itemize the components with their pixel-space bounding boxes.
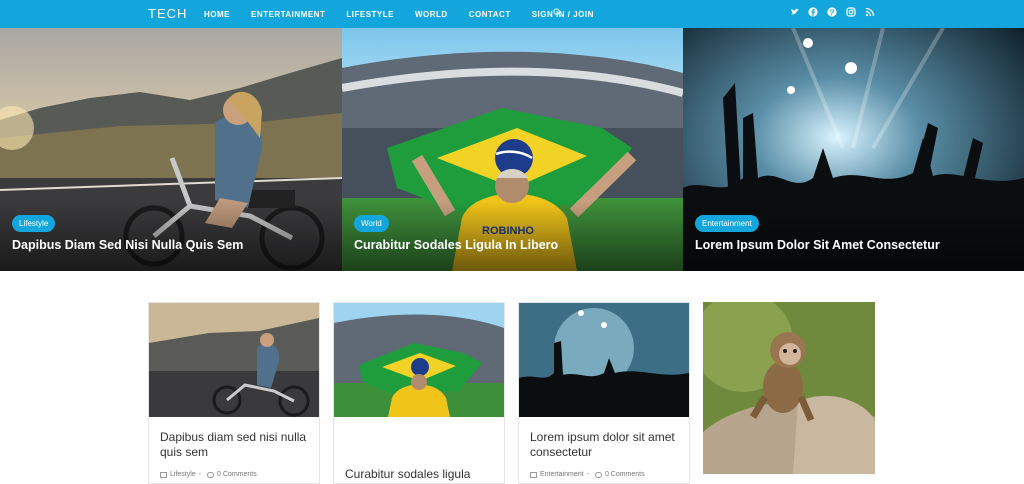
folder-icon <box>530 471 537 478</box>
post-meta: Entertainment - 0 Comments <box>530 471 645 478</box>
featured-title[interactable]: Lorem Ipsum Dolor Sit Amet Consectetur <box>695 238 940 252</box>
featured-title[interactable]: Curabitur Sodales Ligula In Libero <box>354 238 558 252</box>
category-badge[interactable]: Entertainment <box>695 215 759 232</box>
gradient-overlay <box>342 201 683 271</box>
folder-icon <box>160 471 167 478</box>
nav-home[interactable]: HOME <box>204 10 230 19</box>
post-title[interactable]: Dapibus diam sed nisi nulla quis sem <box>160 430 310 460</box>
nav-contact[interactable]: CONTACT <box>469 10 511 19</box>
gradient-overlay <box>683 201 1024 271</box>
nav-lifestyle[interactable]: LIFESTYLE <box>346 10 394 19</box>
post-card-1[interactable]: Dapibus diam sed nisi nulla quis sem Lif… <box>148 302 320 484</box>
post-title[interactable]: Curabitur sodales ligula <box>345 467 495 482</box>
comment-icon <box>207 471 215 478</box>
comment-icon <box>594 471 602 478</box>
search-icon[interactable] <box>553 8 562 17</box>
meta-separator: - <box>198 471 202 478</box>
top-navbar: TECH HOME ENTERTAINMENT LIFESTYLE WORLD … <box>0 0 1024 28</box>
post-meta: Lifestyle - 0 Comments <box>160 471 257 478</box>
featured-post-1[interactable]: Lifestyle Dapibus Diam Sed Nisi Nulla Qu… <box>0 28 342 271</box>
post-category[interactable]: Lifestyle <box>170 471 196 478</box>
twitter-icon[interactable] <box>790 7 800 17</box>
nav-entertainment[interactable]: ENTERTAINMENT <box>251 10 325 19</box>
category-badge[interactable]: Lifestyle <box>12 215 56 232</box>
featured-post-2[interactable]: ROBINHO World Curabitur Sodales Ligula I… <box>342 28 683 271</box>
post-card-4[interactable] <box>703 302 875 474</box>
featured-title[interactable]: Dapibus Diam Sed Nisi Nulla Quis Sem <box>12 238 243 252</box>
meta-separator: - <box>586 471 589 478</box>
stadium-fan-thumbnail[interactable] <box>334 303 504 417</box>
post-comments[interactable]: 0 Comments <box>217 471 257 478</box>
post-card-3[interactable]: Lorem ipsum dolor sit amet consectetur E… <box>518 302 690 484</box>
post-card-2[interactable]: Curabitur sodales ligula <box>333 302 505 484</box>
cyclist-thumbnail[interactable] <box>149 303 319 417</box>
post-category[interactable]: Entertainment <box>540 471 584 478</box>
pinterest-icon[interactable] <box>827 7 837 17</box>
facebook-icon[interactable] <box>808 7 818 17</box>
nav-sign-in[interactable]: SIGN IN / JOIN <box>532 10 594 19</box>
rss-icon[interactable] <box>865 7 875 17</box>
social-links <box>790 7 875 17</box>
nav-world[interactable]: WORLD <box>415 10 448 19</box>
category-badge[interactable]: World <box>354 215 389 232</box>
gradient-overlay <box>0 201 342 271</box>
site-logo[interactable]: TECH <box>148 6 187 21</box>
instagram-icon[interactable] <box>846 7 856 17</box>
post-comments[interactable]: 0 Comments <box>605 471 645 478</box>
featured-slider: Lifestyle Dapibus Diam Sed Nisi Nulla Qu… <box>0 28 1024 271</box>
concert-crowd-thumbnail[interactable] <box>519 303 689 417</box>
post-title[interactable]: Lorem ipsum dolor sit amet consectetur <box>530 430 680 460</box>
featured-post-3[interactable]: Entertainment Lorem Ipsum Dolor Sit Amet… <box>683 28 1024 271</box>
monkey-thumbnail[interactable] <box>703 302 875 474</box>
